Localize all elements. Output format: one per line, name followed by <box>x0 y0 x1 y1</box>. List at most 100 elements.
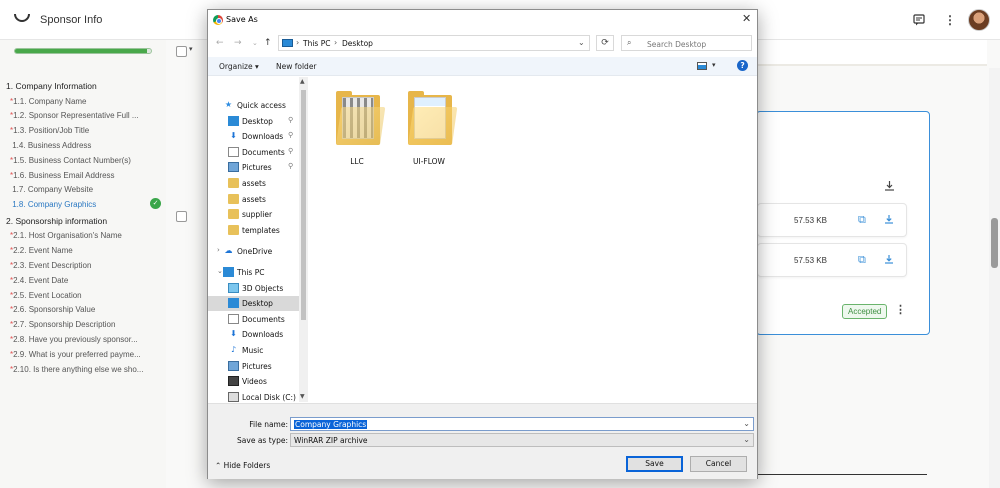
more-vertical-icon[interactable]: ⋮ <box>942 12 958 28</box>
close-icon[interactable]: ✕ <box>742 12 751 25</box>
sidebar-item[interactable]: *2.5. Event Location <box>10 291 82 300</box>
breadcrumb-desktop[interactable]: Desktop <box>342 39 373 48</box>
pin-icon[interactable]: ⚲ <box>288 131 293 139</box>
pin-icon[interactable]: ⚲ <box>288 116 293 124</box>
page-scrollbar-thumb[interactable] <box>991 218 998 268</box>
tree-item[interactable]: › ☁ OneDrive <box>208 244 299 259</box>
sidebar-item[interactable]: *2.2. Event Name <box>10 246 73 255</box>
scroll-down-icon[interactable]: ▼ <box>300 393 305 400</box>
pin-icon[interactable]: ⚲ <box>288 162 293 170</box>
logo[interactable] <box>14 14 30 22</box>
cancel-button[interactable]: Cancel <box>690 456 747 472</box>
copy-icon[interactable]: ⧉ <box>858 254 866 267</box>
scroll-up-icon[interactable]: ▲ <box>300 78 305 85</box>
folder-icon[interactable] <box>408 91 458 145</box>
new-folder-button[interactable]: New folder <box>276 62 317 71</box>
dialog-titlebar[interactable]: Save As ✕ <box>208 10 757 30</box>
tree-item[interactable]: 3D Objects <box>208 281 299 296</box>
tree-item[interactable]: ⌄ This PC <box>208 265 299 280</box>
select-all-checkbox[interactable] <box>176 46 187 57</box>
tree-item[interactable]: templates <box>208 223 299 238</box>
tree-item[interactable]: ⬇ Downloads ⚲ <box>208 129 299 144</box>
tree-item[interactable]: assets <box>208 176 299 191</box>
sidebar-item[interactable]: 1.7. Company Website <box>10 185 93 194</box>
sidebar-section-title[interactable]: 1. Company Information <box>6 81 97 91</box>
forward-arrow-icon[interactable]: → <box>234 38 242 48</box>
comment-icon[interactable] <box>911 12 927 28</box>
tree-item[interactable]: Desktop ⚲ <box>208 114 299 129</box>
tree-item[interactable]: ★ Quick access <box>208 98 299 113</box>
chevron-right-icon[interactable]: › <box>296 38 299 47</box>
sidebar-item-number: 2.8. <box>13 335 27 344</box>
tree-item[interactable]: ⬇ Downloads <box>208 327 299 342</box>
tree-item[interactable]: assets <box>208 192 299 207</box>
tree-item[interactable]: Pictures <box>208 359 299 374</box>
expand-chevron-icon[interactable]: ⌄ <box>217 267 223 275</box>
folder-icon <box>228 209 239 220</box>
help-icon[interactable]: ? <box>737 60 748 71</box>
back-arrow-icon[interactable]: ← <box>216 38 224 48</box>
sidebar-item[interactable]: *2.1. Host Organisation's Name <box>10 231 122 240</box>
search-input[interactable]: ⌕ Search Desktop <box>621 35 752 51</box>
view-options-icon[interactable] <box>697 62 707 70</box>
refresh-button[interactable]: ⟳ <box>596 35 614 51</box>
chevron-right-icon[interactable]: › <box>334 38 337 47</box>
sidebar-item-number: 1.1. <box>13 96 27 106</box>
save-button[interactable]: Save <box>626 456 683 472</box>
folder-label[interactable]: LLC <box>317 157 397 166</box>
sidebar-item[interactable]: 1.4. Business Address <box>10 141 91 150</box>
breadcrumb-this-pc[interactable]: This PC <box>303 39 330 48</box>
sidebar-item[interactable]: *2.7. Sponsorship Description <box>10 320 115 329</box>
download-all-icon[interactable] <box>884 180 895 194</box>
chevron-down-icon[interactable]: ⌄ <box>743 435 750 444</box>
page-scrollbar[interactable] <box>989 68 1000 488</box>
pin-icon[interactable]: ⚲ <box>288 147 293 155</box>
tree-item[interactable]: ♪ Music <box>208 343 299 358</box>
chevron-down-icon[interactable]: ▾ <box>189 45 193 53</box>
save-type-label: Save as type: <box>237 436 288 445</box>
expand-chevron-icon[interactable]: › <box>217 246 220 254</box>
folder-label[interactable]: UI-FLOW <box>389 157 469 166</box>
sidebar-item-number: 1.4. <box>12 140 26 150</box>
sidebar-item[interactable]: 1.8. Company Graphics <box>10 200 96 209</box>
file-row[interactable]: 57.53 KB ⧉ <box>757 243 907 277</box>
avatar[interactable] <box>968 9 990 31</box>
address-bar[interactable]: › This PC › Desktop ⌄ <box>278 35 590 51</box>
download-icon[interactable] <box>884 254 894 267</box>
sidebar-item[interactable]: *2.3. Event Description <box>10 261 91 270</box>
hide-folders-button[interactable]: ⌃ Hide Folders <box>215 461 270 470</box>
copy-icon[interactable]: ⧉ <box>858 214 866 227</box>
more-vertical-icon[interactable]: ⋮ <box>895 303 906 316</box>
sidebar-section-title[interactable]: 2. Sponsorship information <box>6 216 107 226</box>
tree-item[interactable]: Documents <box>208 312 299 327</box>
sidebar-item[interactable]: *2.8. Have you previously sponsor... <box>10 335 138 344</box>
download-icon[interactable] <box>884 214 894 227</box>
tree-item[interactable]: Desktop <box>208 296 299 312</box>
sidebar-item[interactable]: *1.1. Company Name <box>10 97 87 106</box>
sidebar-item[interactable]: *1.6. Business Email Address <box>10 171 115 180</box>
organize-menu[interactable]: Organize ▾ <box>219 62 259 71</box>
chevron-down-icon[interactable]: ⌄ <box>743 419 750 428</box>
sidebar-item[interactable]: *2.10. Is there anything else we sho... <box>10 365 143 374</box>
folder-icon[interactable] <box>336 91 386 145</box>
sidebar-item[interactable]: *1.5. Business Contact Number(s) <box>10 156 131 165</box>
sidebar-item[interactable]: *1.2. Sponsor Representative Full ... <box>10 111 139 120</box>
header-strip <box>757 40 987 66</box>
sidebar-item[interactable]: *2.9. What is your preferred payme... <box>10 350 141 359</box>
tree-item[interactable]: supplier <box>208 207 299 222</box>
up-arrow-icon[interactable]: ↑ <box>264 38 272 48</box>
sidebar-item[interactable]: *2.4. Event Date <box>10 276 68 285</box>
file-name-field[interactable]: Company Graphics ⌄ <box>290 417 754 431</box>
save-type-select[interactable]: WinRAR ZIP archive ⌄ <box>290 433 754 447</box>
chevron-down-icon[interactable]: ▾ <box>712 61 716 69</box>
chevron-down-icon[interactable]: ⌄ <box>578 38 585 47</box>
recent-chevron-icon[interactable]: ⌄ <box>252 39 258 47</box>
row-checkbox[interactable] <box>176 211 187 222</box>
tree-item[interactable]: Videos <box>208 374 299 389</box>
sidebar-item[interactable]: *2.6. Sponsorship Value <box>10 305 95 314</box>
tree-item[interactable]: Pictures ⚲ <box>208 160 299 175</box>
tree-scrollbar-thumb[interactable] <box>301 90 306 320</box>
tree-item[interactable]: Documents ⚲ <box>208 145 299 160</box>
sidebar-item[interactable]: *1.3. Position/Job Title <box>10 126 89 135</box>
file-row[interactable]: 57.53 KB ⧉ <box>757 203 907 237</box>
